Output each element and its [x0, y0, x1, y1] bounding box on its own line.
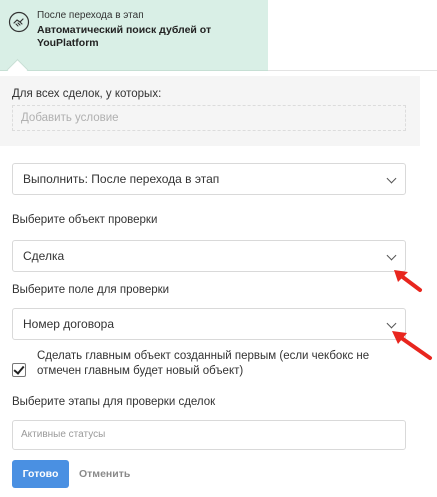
cancel-button[interactable]: Отменить: [79, 460, 130, 488]
trigger-subtitle: После перехода в этап: [37, 10, 144, 21]
checkmark-icon: [13, 363, 25, 375]
annotation-arrow-icon: [394, 270, 422, 292]
trigger-select[interactable]: Выполнить: После перехода в этап: [12, 163, 406, 195]
add-condition-field[interactable]: Добавить условие: [12, 105, 406, 131]
primary-object-checkbox-label: Сделать главным объект созданный первым …: [37, 350, 370, 377]
chevron-down-icon: [386, 173, 397, 184]
stages-field[interactable]: [12, 420, 406, 450]
trigger-select-value: Выполнить: После перехода в этап: [23, 172, 220, 186]
stages-input[interactable]: [21, 429, 391, 440]
chevron-down-icon: [386, 250, 397, 261]
check-field-select[interactable]: Номер договора: [12, 308, 406, 340]
stages-label: Выберите этапы для проверки сделок: [12, 396, 216, 408]
handshake-icon: [8, 11, 30, 33]
check-object-select[interactable]: Сделка: [12, 240, 406, 272]
divider: [268, 70, 437, 71]
check-field-value: Номер договора: [23, 317, 114, 331]
conditions-panel: Для всех сделок, у которых: Добавить усл…: [0, 76, 420, 146]
check-field-label: Выберите поле для проверки: [12, 284, 170, 296]
done-button[interactable]: Готово: [12, 460, 69, 488]
chevron-down-icon: [386, 318, 397, 329]
trigger-header-card: После перехода в этап Автоматический пои…: [0, 0, 268, 71]
conditions-label: Для всех сделок, у которых:: [12, 88, 162, 100]
annotation-arrow-icon: [392, 331, 432, 360]
trigger-title: Автоматический поиск дублей от YouPlatfo…: [37, 24, 212, 49]
check-object-label: Выберите объект проверки: [12, 214, 158, 226]
check-object-value: Сделка: [23, 249, 65, 263]
primary-object-checkbox[interactable]: [12, 363, 26, 377]
